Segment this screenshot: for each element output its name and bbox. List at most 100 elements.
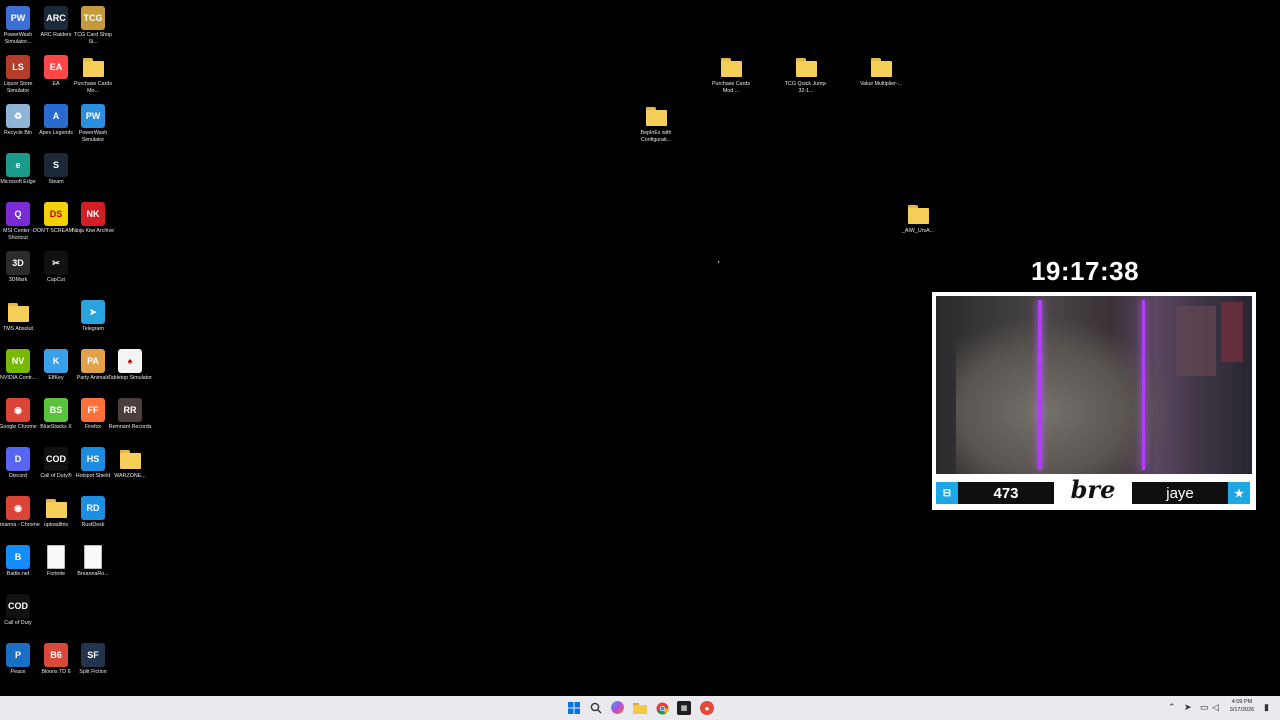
desktop-shortcut[interactable]: BreannaRo...	[73, 545, 113, 578]
desktop-shortcut-label: WARZONE...	[114, 473, 146, 479]
tcg-card-shop-icon: TCG	[81, 6, 105, 30]
call-of-duty-icon: COD	[6, 594, 30, 618]
viewer-count: 473	[958, 482, 1054, 504]
folder-icon	[44, 496, 68, 520]
taskbar-date: 3/17/2026	[1229, 706, 1255, 713]
desktop-shortcut-label: Call of Duty	[4, 620, 32, 626]
tray-overflow-icon[interactable]: ⌃	[1168, 702, 1176, 713]
desktop-shortcut-label: _AIW_UrsA...	[901, 228, 935, 234]
desktop-shortcut-label: TCG Card Shop Si...	[74, 32, 112, 45]
peace-app-icon: P	[6, 643, 30, 667]
desktop-shortcut-label: Split Fiction	[79, 669, 107, 675]
desktop-shortcut[interactable]: PW PowerWash Simulator	[73, 104, 113, 143]
split-fiction-icon: SF	[81, 643, 105, 667]
desktop-shortcut[interactable]: PW PowerWash Simulator...	[0, 6, 38, 45]
firefox-icon: FF	[81, 398, 105, 422]
powerwash-simulator-icon: PW	[6, 6, 30, 30]
apex-legends-icon: A	[44, 104, 68, 128]
desktop-shortcut-label: Remnant Records	[108, 424, 152, 430]
tabletop-simulator-icon: ♠	[118, 349, 142, 373]
desktop-shortcut[interactable]: Purchase Cards Mod ...	[711, 55, 751, 94]
folder-icon	[118, 447, 142, 471]
desktop-shortcut-label: BreannaRo...	[77, 571, 109, 577]
chrome-taskbar-button[interactable]	[655, 701, 669, 715]
desktop-shortcut[interactable]: RD RustDesk	[73, 496, 113, 529]
desktop-shortcut[interactable]: Q MSI Center - Shortcut	[0, 202, 38, 241]
folder-icon	[6, 300, 30, 324]
capcut-icon: ✂	[44, 251, 68, 275]
taskbar: ▦ ● ⌃ ➤ ▭ ◁ 4:09 PM 3/17/2026 ▮	[0, 696, 1280, 720]
desktop: PW PowerWash Simulator... ARC ARC Raiders TC…	[0, 0, 1280, 696]
desktop-shortcut[interactable]: COD Call of Duty	[0, 594, 38, 627]
desktop-shortcut-label: Value Multiplier-...	[860, 81, 902, 87]
desktop-shortcut[interactable]: Value Multiplier-...	[860, 55, 902, 88]
star-icon: ★	[1228, 482, 1250, 504]
folder-icon	[633, 703, 647, 714]
battle-net-icon: B	[6, 545, 30, 569]
dont-scream-icon: DS	[44, 202, 68, 226]
folder-icon	[644, 104, 668, 128]
desktop-shortcut-label: CapCut	[47, 277, 65, 283]
document-icon	[84, 545, 102, 569]
elfkey-icon: K	[44, 349, 68, 373]
network-icon[interactable]: ▭	[1200, 702, 1209, 713]
desktop-shortcut[interactable]: Purchase Cards Mo...	[73, 55, 113, 94]
telegram-icon: ➤	[81, 300, 105, 324]
google-chrome-icon: ◉	[6, 496, 30, 520]
taskbar-clock[interactable]: 4:09 PM 3/17/2026	[1222, 699, 1262, 714]
bluestacks-x-icon: BS	[44, 398, 68, 422]
webcam-overlay: ⊟ 473 bre jaye ★	[932, 292, 1256, 510]
desktop-shortcut[interactable]: WARZONE...	[110, 447, 150, 480]
discord-icon: D	[6, 447, 30, 471]
volume-icon[interactable]: ◁	[1212, 702, 1219, 713]
3dmark-icon: 3D	[6, 251, 30, 275]
ninja-kiwi-archive-icon: NK	[81, 202, 105, 226]
desktop-shortcut[interactable]: SF Split Fiction	[73, 643, 113, 676]
bloons-td6-icon: B6	[44, 643, 68, 667]
recording-app-taskbar-button[interactable]: ●	[700, 701, 714, 715]
search-button[interactable]	[589, 701, 603, 715]
call-of-duty-icon: COD	[44, 447, 68, 471]
desktop-shortcut-label: Purchase Cards Mo...	[74, 81, 112, 94]
overlay-username: jaye	[1132, 482, 1228, 504]
hotspot-shield-icon: HS	[81, 447, 105, 471]
desktop-shortcut[interactable]: S Steam	[36, 153, 76, 186]
desktop-shortcut-label: Tabletop Simulator	[108, 375, 152, 381]
overlay-stats-bar: ⊟ 473 bre jaye ★	[936, 475, 1252, 506]
steam-icon: S	[44, 153, 68, 177]
desktop-shortcut[interactable]: RR Remnant Records	[108, 398, 152, 431]
msi-center-icon: Q	[6, 202, 30, 226]
file-explorer-button[interactable]	[633, 701, 647, 715]
google-chrome-icon: ◉	[6, 398, 30, 422]
desktop-shortcut[interactable]: ✂ CapCut	[36, 251, 76, 284]
nvidia-control-panel-icon: NV	[6, 349, 30, 373]
folder-icon	[906, 202, 930, 226]
windows-logo-icon	[568, 702, 580, 714]
desktop-shortcut[interactable]: ♠ Tabletop Simulator	[108, 349, 152, 382]
notification-bell-icon[interactable]: ▮	[1264, 702, 1269, 713]
recycle-bin-icon: ♻	[6, 104, 30, 128]
powerwash-simulator-icon: PW	[81, 104, 105, 128]
arc-raiders-icon: ARC	[44, 6, 68, 30]
copilot-button[interactable]	[611, 701, 624, 714]
desktop-shortcut[interactable]: TMS Absolut	[0, 300, 38, 333]
folder-icon	[869, 55, 893, 79]
desktop-shortcut[interactable]: _AIW_UrsA...	[898, 202, 938, 235]
start-menu-button[interactable]	[567, 701, 581, 715]
desktop-shortcut[interactable]: ➤ Telegram	[73, 300, 113, 333]
folder-icon	[794, 55, 818, 79]
app-taskbar-button[interactable]: ▦	[677, 701, 691, 715]
taskbar-time: 4:09 PM	[1231, 699, 1253, 705]
desktop-shortcut[interactable]: LS Liquor Store Simulator	[0, 55, 38, 94]
desktop-shortcut[interactable]: TCG Quick Jump-32-1...	[785, 55, 827, 94]
microsoft-edge-icon: e	[6, 153, 30, 177]
desktop-shortcut-label: Purchase Cards Mod ...	[712, 81, 750, 94]
document-icon	[47, 545, 65, 569]
remnant-records-icon: RR	[118, 398, 142, 422]
desktop-shortcut[interactable]: NK Ninja Kiwi Archive	[72, 202, 114, 235]
rustdesk-icon: RD	[81, 496, 105, 520]
desktop-shortcut[interactable]: BepInEx with Configurati...	[636, 104, 676, 143]
desktop-shortcut-label: Steam	[48, 179, 64, 185]
telegram-tray-icon[interactable]: ➤	[1184, 702, 1192, 713]
desktop-shortcut[interactable]: TCG TCG Card Shop Si...	[73, 6, 113, 45]
